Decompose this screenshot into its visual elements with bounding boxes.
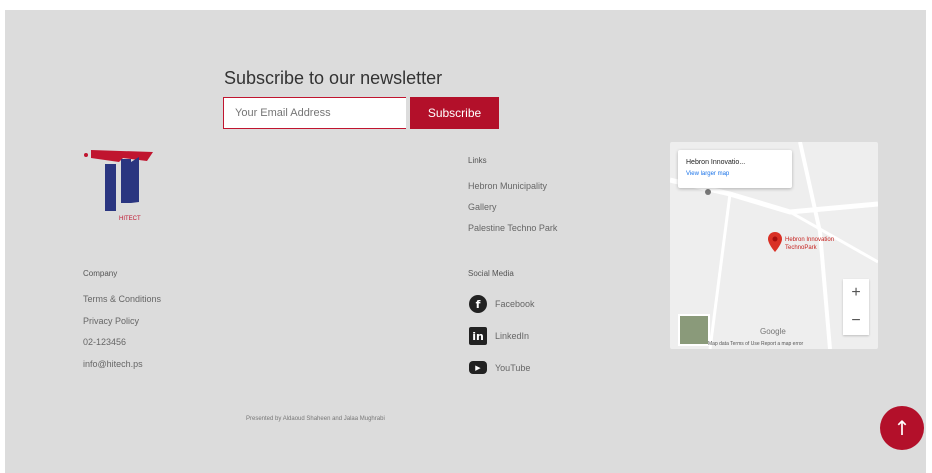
youtube-label: YouTube bbox=[495, 362, 531, 373]
email-link[interactable]: info@hitech.ps bbox=[83, 359, 143, 369]
logo-mark bbox=[84, 150, 153, 211]
satellite-toggle[interactable] bbox=[678, 314, 710, 346]
map-pin-icon[interactable] bbox=[768, 232, 782, 252]
youtube-icon: ▶ bbox=[469, 361, 487, 374]
embedded-map[interactable]: Hebron Innovatio... View larger map Hebr… bbox=[670, 142, 878, 349]
zoom-controls: + − bbox=[843, 279, 869, 335]
logo-text: HITECT bbox=[119, 216, 141, 222]
linkedin-link[interactable]: in LinkedIn bbox=[469, 327, 529, 345]
google-logo: Google bbox=[760, 327, 786, 336]
link-gallery[interactable]: Gallery bbox=[468, 202, 497, 212]
zoom-out-button[interactable]: − bbox=[843, 307, 869, 335]
company-heading: Company bbox=[83, 269, 118, 278]
youtube-link[interactable]: ▶ YouTube bbox=[469, 361, 530, 374]
facebook-label: Facebook bbox=[495, 299, 535, 309]
subscribe-button[interactable]: Subscribe bbox=[410, 97, 499, 129]
map-info-card[interactable]: Hebron Innovatio... View larger map bbox=[678, 150, 792, 188]
email-input[interactable] bbox=[223, 97, 406, 129]
map-attribution[interactable]: Map data Terms of Use Report a map error bbox=[708, 341, 803, 347]
back-to-top-button[interactable]: ↑ bbox=[880, 406, 924, 450]
links-heading: Links bbox=[468, 156, 487, 165]
social-heading: Social Media bbox=[468, 269, 514, 278]
newsletter-title: Subscribe to our newsletter bbox=[224, 68, 443, 88]
linkedin-label: LinkedIn bbox=[495, 331, 530, 341]
site-footer: Subscribe to our newsletter Subscribe HI… bbox=[5, 10, 926, 473]
privacy-link[interactable]: Privacy Policy bbox=[83, 316, 139, 326]
map-card-title: Hebron Innovatio... bbox=[686, 159, 746, 166]
facebook-icon: f bbox=[469, 295, 487, 313]
phone-link[interactable]: 02-123456 bbox=[83, 337, 126, 347]
terms-link[interactable]: Terms & Conditions bbox=[83, 294, 161, 304]
linkedin-icon: in bbox=[469, 327, 487, 345]
credit-text: Presented by Aldaoud Shaheen and Jalaa M… bbox=[246, 416, 385, 422]
view-larger-map-link[interactable]: View larger map bbox=[686, 171, 729, 177]
facebook-link[interactable]: f Facebook bbox=[469, 295, 535, 313]
link-hebron-municipality[interactable]: Hebron Municipality bbox=[468, 181, 547, 191]
arrow-up-icon: ↑ bbox=[893, 416, 911, 440]
link-techno-park[interactable]: Palestine Techno Park bbox=[468, 223, 557, 233]
map-place-label: Hebron Innovation TechnoPark bbox=[785, 237, 835, 251]
zoom-in-button[interactable]: + bbox=[843, 279, 869, 307]
hitect-logo[interactable]: HITECT bbox=[83, 150, 163, 245]
